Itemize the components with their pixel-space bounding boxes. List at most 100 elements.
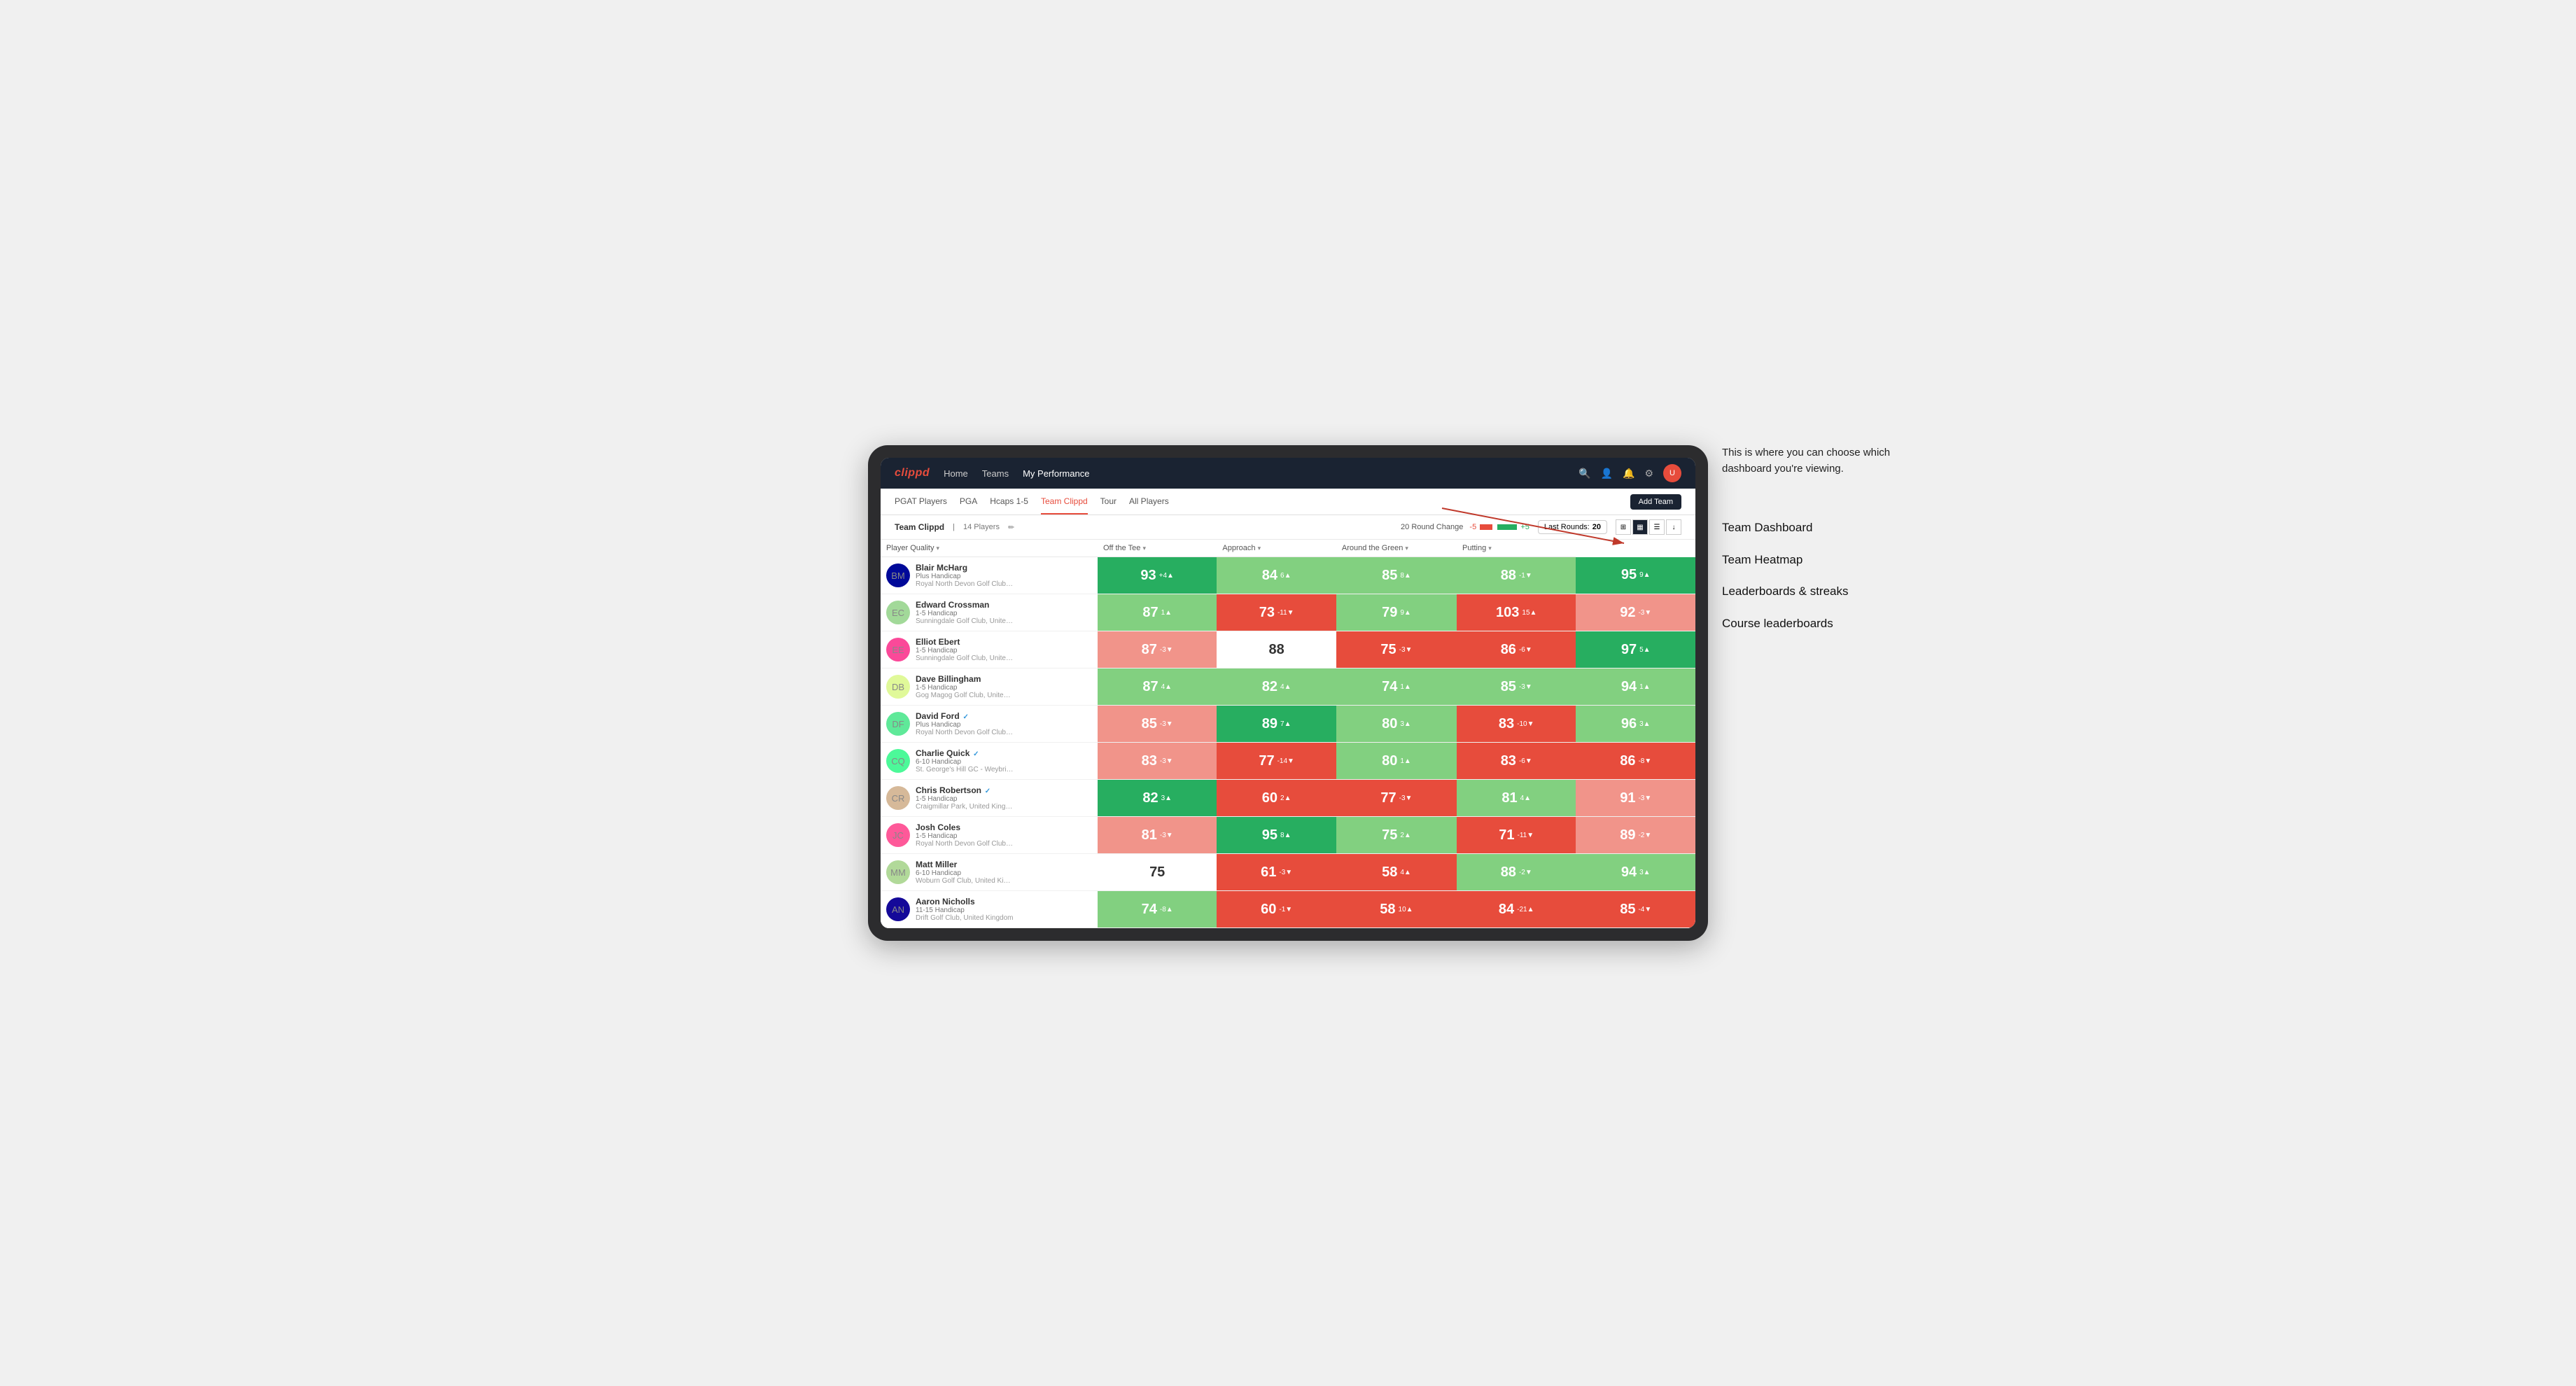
table-row[interactable]: CQCharlie Quick ✓6-10 HandicapSt. George… [881, 743, 1695, 780]
score-cell-4-0[interactable]: 85-3▼ [1098, 706, 1217, 743]
score-cell-8-4[interactable]: 943▲ [1576, 854, 1695, 891]
score-cell-7-2[interactable]: 752▲ [1336, 817, 1457, 854]
col-header-putting[interactable]: Putting ▾ [1457, 540, 1576, 557]
score-cell-7-1[interactable]: 958▲ [1217, 817, 1336, 854]
last-rounds-button[interactable]: Last Rounds: 20 [1538, 520, 1607, 534]
score-cell-3-3[interactable]: 85-3▼ [1457, 668, 1576, 706]
score-cell-4-2[interactable]: 803▲ [1336, 706, 1457, 743]
edit-team-icon[interactable]: ✏ [1008, 523, 1014, 532]
score-cell-5-1[interactable]: 77-14▼ [1217, 743, 1336, 780]
score-cell-6-2[interactable]: 77-3▼ [1336, 780, 1457, 817]
score-cell-9-0[interactable]: 74-8▲ [1098, 891, 1217, 928]
score-cell-2-2[interactable]: 75-3▼ [1336, 631, 1457, 668]
table-row[interactable]: ANAaron Nicholls11-15 HandicapDrift Golf… [881, 891, 1695, 928]
score-cell-4-4[interactable]: 963▲ [1576, 706, 1695, 743]
score-cell-4-3[interactable]: 83-10▼ [1457, 706, 1576, 743]
player-cell-2[interactable]: EEElliot Ebert1-5 HandicapSunningdale Go… [881, 631, 1098, 668]
user-icon[interactable]: 👤 [1601, 468, 1613, 479]
sub-nav-link-pga[interactable]: PGA [960, 489, 977, 514]
player-cell-6[interactable]: CRChris Robertson ✓1-5 HandicapCraigmill… [881, 780, 1098, 817]
score-cell-7-4[interactable]: 89-2▼ [1576, 817, 1695, 854]
player-cell-3[interactable]: DBDave Billingham1-5 HandicapGog Magog G… [881, 668, 1098, 706]
score-cell-0-4[interactable]: 959▲ [1576, 557, 1695, 594]
table-row[interactable]: BMBlair McHargPlus HandicapRoyal North D… [881, 557, 1695, 594]
score-cell-6-4[interactable]: 91-3▼ [1576, 780, 1695, 817]
score-cell-0-2[interactable]: 858▲ [1336, 557, 1457, 594]
score-cell-5-0[interactable]: 83-3▼ [1098, 743, 1217, 780]
player-cell-4[interactable]: DFDavid Ford ✓Plus HandicapRoyal North D… [881, 706, 1098, 743]
score-cell-9-1[interactable]: 60-1▼ [1217, 891, 1336, 928]
score-cell-8-2[interactable]: 584▲ [1336, 854, 1457, 891]
score-cell-0-0[interactable]: 93+4▲ [1098, 557, 1217, 594]
score-cell-9-2[interactable]: 5810▲ [1336, 891, 1457, 928]
score-cell-5-3[interactable]: 83-6▼ [1457, 743, 1576, 780]
nav-link-teams[interactable]: Teams [982, 468, 1009, 479]
col-header-tee[interactable]: Off the Tee ▾ [1098, 540, 1217, 557]
score-cell-2-4[interactable]: 975▲ [1576, 631, 1695, 668]
col-header-player[interactable]: Player Quality ▾ [881, 540, 1098, 557]
score-cell-1-1[interactable]: 73-11▼ [1217, 594, 1336, 631]
score-cell-9-3[interactable]: 84-21▲ [1457, 891, 1576, 928]
table-row[interactable]: EEElliot Ebert1-5 HandicapSunningdale Go… [881, 631, 1695, 668]
score-cell-2-3[interactable]: 86-6▼ [1457, 631, 1576, 668]
table-row[interactable]: DFDavid Ford ✓Plus HandicapRoyal North D… [881, 706, 1695, 743]
view-grid-button[interactable]: ⊞ [1616, 519, 1631, 535]
score-cell-1-0[interactable]: 871▲ [1098, 594, 1217, 631]
table-row[interactable]: CRChris Robertson ✓1-5 HandicapCraigmill… [881, 780, 1695, 817]
nav-link-my-performance[interactable]: My Performance [1023, 468, 1089, 479]
col-header-approach[interactable]: Approach ▾ [1217, 540, 1336, 557]
score-cell-7-0[interactable]: 81-3▼ [1098, 817, 1217, 854]
score-cell-4-1[interactable]: 897▲ [1217, 706, 1336, 743]
score-cell-1-3[interactable]: 10315▲ [1457, 594, 1576, 631]
score-cell-1-2[interactable]: 799▲ [1336, 594, 1457, 631]
bell-icon[interactable]: 🔔 [1623, 468, 1634, 479]
sub-nav-link-tour[interactable]: Tour [1100, 489, 1116, 514]
view-heatmap-button[interactable]: ▦ [1632, 519, 1648, 535]
score-cell-3-2[interactable]: 741▲ [1336, 668, 1457, 706]
search-icon[interactable]: 🔍 [1578, 468, 1590, 479]
add-team-button[interactable]: Add Team [1630, 494, 1681, 510]
score-cell-7-3[interactable]: 71-11▼ [1457, 817, 1576, 854]
score-cell-8-0[interactable]: 75 [1098, 854, 1217, 891]
score-cell-1-4[interactable]: 92-3▼ [1576, 594, 1695, 631]
player-cell-7[interactable]: JCJosh Coles1-5 HandicapRoyal North Devo… [881, 817, 1098, 854]
score-cell-2-1[interactable]: 88 [1217, 631, 1336, 668]
view-download-button[interactable]: ↓ [1666, 519, 1681, 535]
sub-nav-link-hcaps-1-5[interactable]: Hcaps 1-5 [990, 489, 1028, 514]
score-cell-8-3[interactable]: 88-2▼ [1457, 854, 1576, 891]
player-cell-9[interactable]: ANAaron Nicholls11-15 HandicapDrift Golf… [881, 891, 1098, 928]
score-cell-6-0[interactable]: 823▲ [1098, 780, 1217, 817]
score-change: 2▲ [1280, 794, 1291, 802]
player-cell-5[interactable]: CQCharlie Quick ✓6-10 HandicapSt. George… [881, 743, 1098, 780]
score-cell-3-0[interactable]: 874▲ [1098, 668, 1217, 706]
score-cell-2-0[interactable]: 87-3▼ [1098, 631, 1217, 668]
sub-nav-link-team-clippd[interactable]: Team Clippd [1041, 489, 1088, 514]
player-cell-8[interactable]: MMMatt Miller6-10 HandicapWoburn Golf Cl… [881, 854, 1098, 891]
score-cell-8-1[interactable]: 61-3▼ [1217, 854, 1336, 891]
score-cell-6-1[interactable]: 602▲ [1217, 780, 1336, 817]
player-cell-1[interactable]: ECEdward Crossman1-5 HandicapSunningdale… [881, 594, 1098, 631]
user-avatar[interactable]: U [1663, 464, 1681, 482]
score-cell-0-3[interactable]: 88-1▼ [1457, 557, 1576, 594]
score-cell-3-1[interactable]: 824▲ [1217, 668, 1336, 706]
table-row[interactable]: MMMatt Miller6-10 HandicapWoburn Golf Cl… [881, 854, 1695, 891]
score-cell-5-4[interactable]: 86-8▼ [1576, 743, 1695, 780]
score-cell-3-4[interactable]: 941▲ [1576, 668, 1695, 706]
view-list-button[interactable]: ☰ [1649, 519, 1665, 535]
player-info: Elliot Ebert1-5 HandicapSunningdale Golf… [916, 637, 1014, 662]
sub-nav-link-all-players[interactable]: All Players [1129, 489, 1169, 514]
nav-link-home[interactable]: Home [944, 468, 968, 479]
table-row[interactable]: DBDave Billingham1-5 HandicapGog Magog G… [881, 668, 1695, 706]
score-cell-0-1[interactable]: 846▲ [1217, 557, 1336, 594]
score-cell-5-2[interactable]: 801▲ [1336, 743, 1457, 780]
score-change: -3▼ [1399, 646, 1413, 654]
player-cell-0[interactable]: BMBlair McHargPlus HandicapRoyal North D… [881, 557, 1098, 594]
sub-nav-link-pgat-players[interactable]: PGAT Players [895, 489, 947, 514]
score-value: 82 [1142, 790, 1158, 806]
settings-icon[interactable]: ⚙ [1644, 468, 1653, 479]
score-cell-9-4[interactable]: 85-4▼ [1576, 891, 1695, 928]
score-cell-6-3[interactable]: 814▲ [1457, 780, 1576, 817]
table-row[interactable]: JCJosh Coles1-5 HandicapRoyal North Devo… [881, 817, 1695, 854]
col-header-green[interactable]: Around the Green ▾ [1336, 540, 1457, 557]
table-row[interactable]: ECEdward Crossman1-5 HandicapSunningdale… [881, 594, 1695, 631]
